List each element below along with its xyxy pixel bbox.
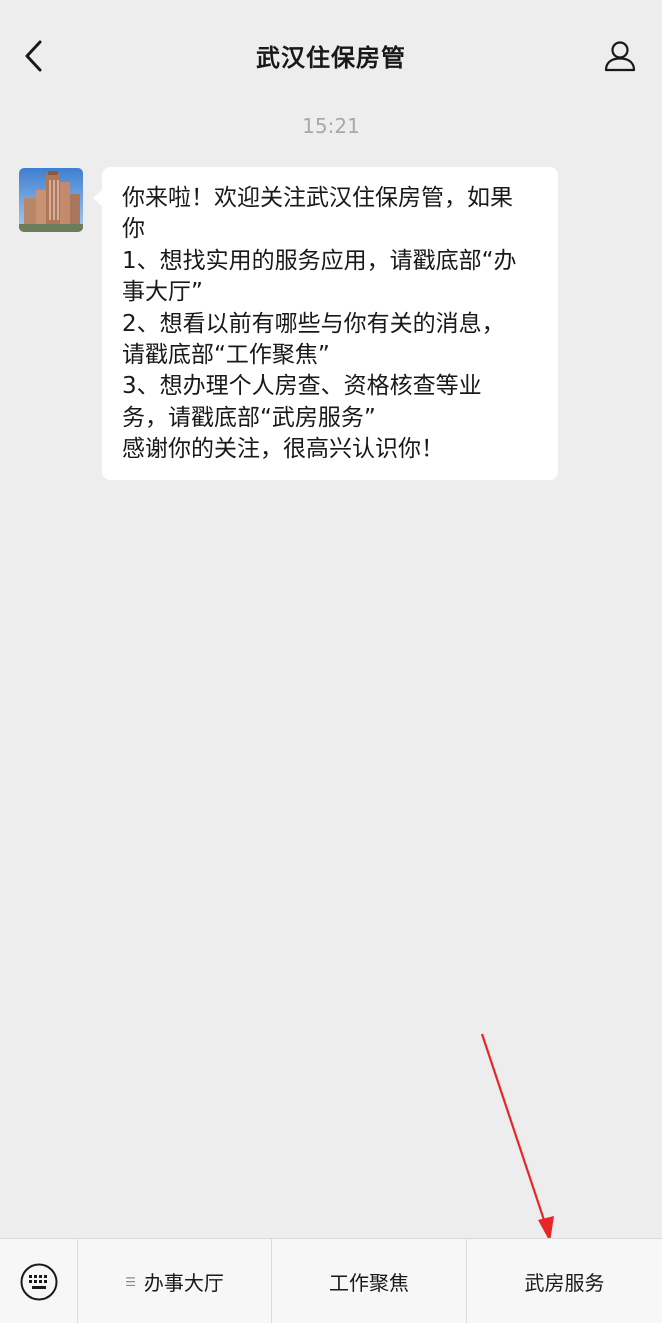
message-timestamp: 15:21 xyxy=(302,114,360,138)
chat-header: 武汉住保房管 xyxy=(0,0,662,110)
menu-item-label: 办事大厅 xyxy=(143,1271,224,1295)
profile-button[interactable] xyxy=(598,34,642,78)
message-line: 3、想办理个人房查、资格核查等业 xyxy=(122,373,482,400)
person-icon xyxy=(604,41,636,72)
menu-item-label: 工作聚焦 xyxy=(329,1271,409,1295)
avatar[interactable] xyxy=(19,168,83,232)
submenu-indicator-icon: ☰ xyxy=(125,1274,136,1289)
menu-item-service-hall[interactable]: ☰ 办事大厅 xyxy=(78,1239,272,1323)
menu-item-housing-services[interactable]: 武房服务 xyxy=(467,1239,662,1323)
annotation-arrow xyxy=(480,1033,554,1242)
message-line: 你 xyxy=(122,216,145,243)
menu-item-work-focus[interactable]: 工作聚焦 xyxy=(272,1239,467,1323)
message-line: 请戳底部“工作聚焦” xyxy=(122,342,330,369)
message-line: 1、想找实用的服务应用，请戳底部“办 xyxy=(122,247,517,274)
message-line: 2、想看以前有哪些与你有关的消息， xyxy=(122,310,505,337)
bottom-menu-bar: ☰ 办事大厅 工作聚焦 武房服务 xyxy=(0,1238,662,1323)
message-line: 感谢你的关注，很高兴认识你！ xyxy=(122,436,444,463)
page-title: 武汉住保房管 xyxy=(256,44,406,72)
keyboard-icon xyxy=(20,1263,57,1300)
message-line: 事大厅” xyxy=(122,279,203,306)
keyboard-toggle-button[interactable] xyxy=(0,1239,78,1323)
building-avatar-image xyxy=(19,168,83,232)
message-bubble[interactable]: 你来啦！欢迎关注武汉住保房管，如果 你 1、想找实用的服务应用，请戳底部“办 事… xyxy=(93,167,558,480)
menu-item-label: 武房服务 xyxy=(524,1271,605,1295)
message-line: 务，请戳底部“武房服务” xyxy=(122,404,376,431)
message-line: 你来啦！欢迎关注武汉住保房管，如果 xyxy=(122,185,513,211)
